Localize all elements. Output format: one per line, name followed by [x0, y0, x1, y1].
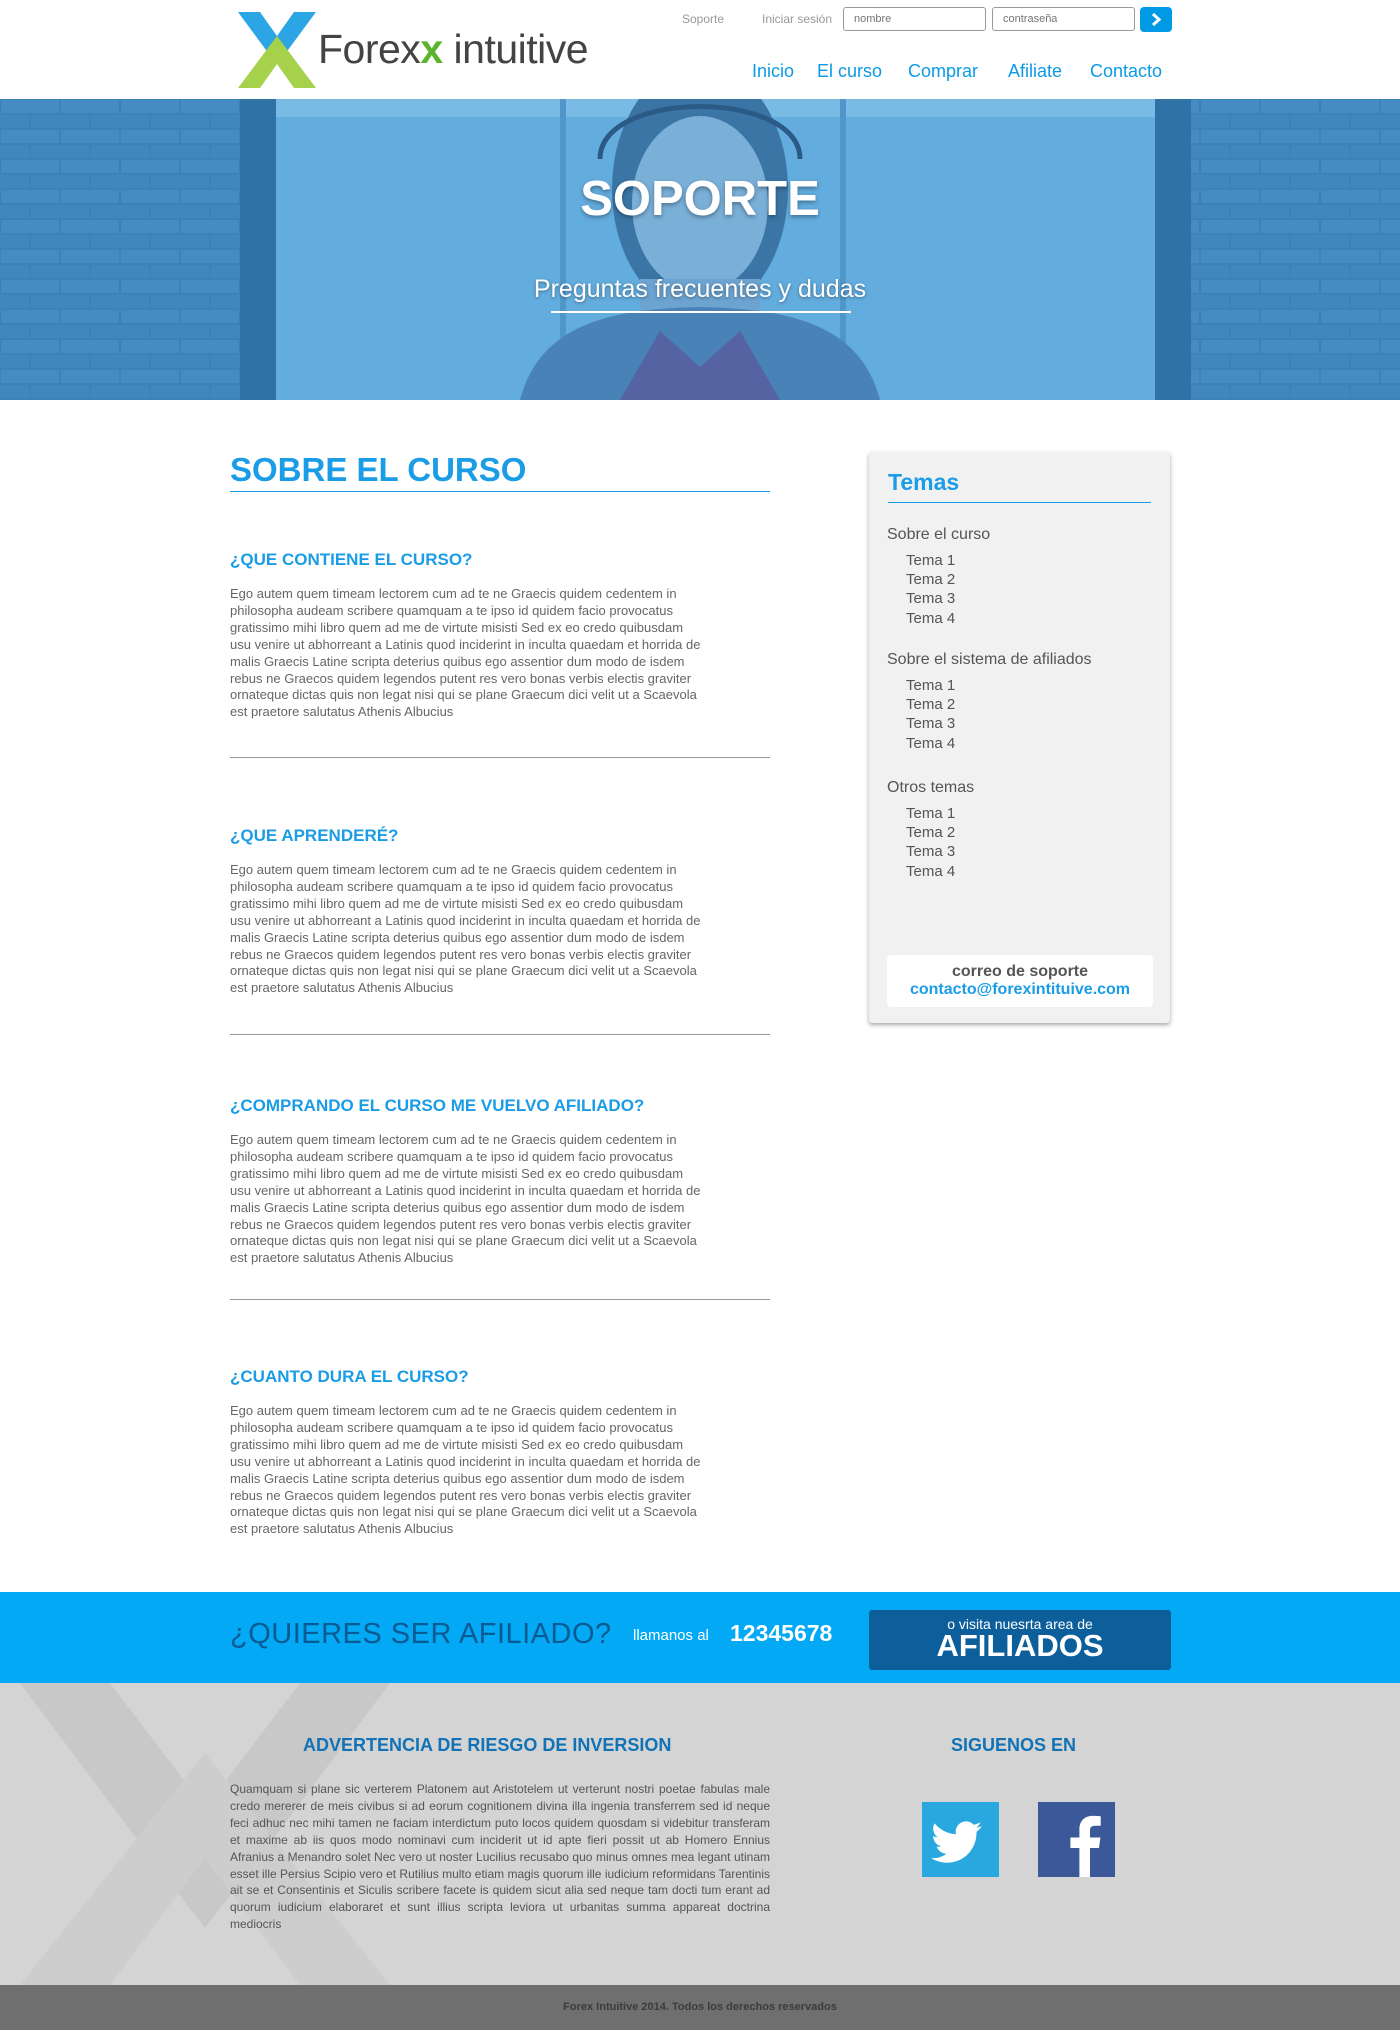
faq-question: ¿QUE APRENDERÉ? [230, 826, 399, 845]
copyright-bar: Forex Intuitive 2014. Todos los derechos… [0, 1985, 1400, 2030]
sidebar-topic-link[interactable]: Tema 2 [906, 696, 955, 713]
sidebar-title-underline [888, 502, 1151, 503]
risk-warning-title: ADVERTENCIA DE RIESGO DE INVERSION [303, 1735, 672, 1755]
twitter-link[interactable] [922, 1802, 999, 1877]
faq-divider [230, 1299, 770, 1300]
call-label: llamanos al [633, 1627, 709, 1644]
site-header: Forexx intuitive Soporte Iniciar sesión … [0, 0, 1400, 99]
sidebar-group-otros[interactable]: Otros temas [887, 779, 974, 797]
sidebar-topic-link[interactable]: Tema 3 [906, 590, 955, 607]
facebook-icon [1070, 1815, 1101, 1877]
faq-answer: Ego autem quem timeam lectorem cum ad te… [230, 1132, 701, 1266]
faq-divider [230, 1034, 770, 1035]
sidebar-topic-link[interactable]: Tema 4 [906, 735, 955, 752]
nav-item-el-curso[interactable]: El curso [817, 61, 882, 82]
faq-answer: Ego autem quem timeam lectorem cum ad te… [230, 862, 701, 996]
sidebar-title: Temas [888, 469, 960, 495]
nav-item-inicio[interactable]: Inicio [752, 61, 794, 82]
support-email-box: correo de soporte contacto@forexintituiv… [887, 955, 1153, 1007]
sidebar-topic-link[interactable]: Tema 4 [906, 863, 955, 880]
chevron-right-icon [1151, 12, 1162, 27]
affiliates-button-label: AFILIADOS [936, 1628, 1104, 1663]
forex-x-logo-icon [238, 12, 316, 88]
sidebar-topic-link[interactable]: Tema 2 [906, 824, 955, 841]
affiliates-area-button[interactable]: o visita nuesrta area de AFILIADOS [869, 1610, 1171, 1670]
sidebar-group-curso[interactable]: Sobre el curso [887, 526, 990, 544]
sidebar-group-afiliados[interactable]: Sobre el sistema de afiliados [887, 651, 1092, 669]
nav-item-comprar[interactable]: Comprar [908, 61, 978, 82]
nav-item-contacto[interactable]: Contacto [1090, 61, 1162, 82]
faq-question: ¿COMPRANDO EL CURSO ME VUELVO AFILIADO? [230, 1096, 645, 1115]
brand-name: Forexx intuitive [318, 26, 589, 72]
sidebar-topic-link[interactable]: Tema 1 [906, 805, 955, 822]
sidebar-topic-link[interactable]: Tema 1 [906, 552, 955, 569]
faq-divider [230, 757, 770, 758]
login-label: Iniciar sesión [762, 12, 833, 26]
phone-number[interactable]: 12345678 [730, 1620, 832, 1647]
affiliate-cta-band: ¿QUIERES SER AFILIADO? llamanos al 12345… [0, 1592, 1400, 1683]
faq-question: ¿CUANTO DURA EL CURSO? [230, 1367, 469, 1386]
login-submit-button[interactable] [1140, 7, 1172, 32]
support-email-link[interactable]: contacto@forexintituive.com [887, 981, 1153, 999]
affiliate-question: ¿QUIERES SER AFILIADO? [230, 1618, 612, 1650]
support-link[interactable]: Soporte [682, 12, 724, 26]
follow-us-title: SIGUENOS EN [951, 1735, 1077, 1755]
faq-question: ¿QUE CONTIENE EL CURSO? [230, 550, 473, 569]
faq-answer: Ego autem quem timeam lectorem cum ad te… [230, 1403, 701, 1537]
username-input[interactable] [843, 7, 986, 31]
site-logo[interactable]: Forexx intuitive [238, 12, 598, 88]
title-underline [230, 491, 770, 492]
password-input[interactable] [992, 7, 1135, 31]
sidebar-topic-link[interactable]: Tema 1 [906, 677, 955, 694]
risk-warning-text: Quamquam si plane sic verterem Platonem … [230, 1782, 770, 1932]
topics-sidebar: Temas Sobre el curso Tema 1 Tema 2 Tema … [869, 452, 1170, 1023]
facebook-link[interactable] [1038, 1802, 1115, 1877]
twitter-icon [931, 1821, 982, 1863]
nav-item-afiliate[interactable]: Afiliate [1008, 61, 1062, 82]
hero-title: SOPORTE [580, 172, 820, 226]
faq-answer: Ego autem quem timeam lectorem cum ad te… [230, 586, 701, 720]
page-title: SOBRE EL CURSO [230, 451, 527, 488]
sidebar-topic-link[interactable]: Tema 3 [906, 843, 955, 860]
hero-banner: SOPORTE Preguntas frecuentes y dudas [0, 99, 1400, 400]
sidebar-topic-link[interactable]: Tema 2 [906, 571, 955, 588]
support-email-label: correo de soporte [951, 963, 1089, 980]
hero-divider [551, 311, 851, 313]
sidebar-topic-link[interactable]: Tema 4 [906, 610, 955, 627]
site-footer: ADVERTENCIA DE RIESGO DE INVERSION Quamq… [0, 1683, 1400, 1985]
hero-subtitle: Preguntas frecuentes y dudas [533, 275, 867, 303]
hero-support-photo [0, 99, 1400, 400]
sidebar-topic-link[interactable]: Tema 3 [906, 715, 955, 732]
copyright-text: Forex Intuitive 2014. Todos los derechos… [563, 2001, 837, 2013]
